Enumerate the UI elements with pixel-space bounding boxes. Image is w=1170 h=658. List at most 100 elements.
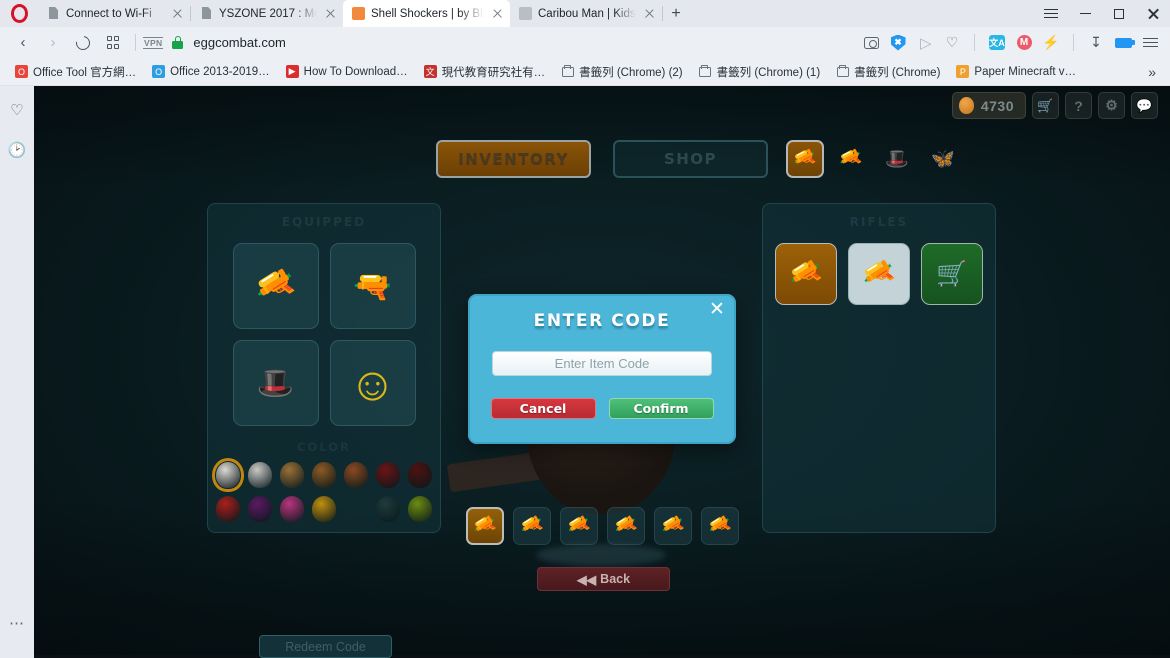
close-icon[interactable] — [323, 7, 337, 21]
bookmark-item[interactable]: P Paper Minecraft v… — [949, 63, 1083, 80]
close-icon[interactable] — [490, 7, 504, 21]
tab-inventory[interactable]: INVENTORY — [436, 140, 591, 178]
weapon-slot-3[interactable]: 🔫 — [559, 507, 598, 545]
messenger-icon: M — [1016, 35, 1032, 50]
chat-button[interactable]: 💬 — [1131, 92, 1158, 119]
bookmark-item[interactable]: 書籤列 (Chrome) — [829, 62, 947, 82]
close-icon[interactable]: ✕ — [707, 299, 727, 319]
bookmark-item[interactable]: O Office Tool 官方網… — [8, 62, 143, 82]
speed-dial-button[interactable] — [98, 30, 128, 56]
messenger-button[interactable]: M — [1012, 31, 1036, 55]
opera-logo-icon[interactable] — [0, 0, 38, 27]
caribou-icon — [519, 7, 532, 20]
back-nav-button[interactable]: ‹ — [8, 30, 38, 56]
rewind-icon: ◀◀ — [576, 572, 597, 587]
color-swatch-4[interactable] — [312, 462, 336, 488]
back-button[interactable]: ◀◀ Back — [537, 567, 670, 591]
bookmark-item[interactable]: ▶ How To Download… — [279, 63, 415, 80]
translate-button[interactable]: 文A — [985, 31, 1009, 55]
sidebar-more-button[interactable]: ⋯ — [0, 614, 34, 632]
weapon-slot-5[interactable]: 🔫 — [653, 507, 692, 545]
maximize-window-button[interactable] — [1102, 0, 1136, 27]
game-canvas[interactable]: 4730 🛒 ? ⚙ 💬 INVENTORY SHOP 🔫 🔫 🎩 🦋 EQUI… — [34, 86, 1170, 658]
redeem-code-button[interactable]: Redeem Code — [259, 635, 392, 658]
ad-block-button[interactable]: ✖ — [886, 31, 910, 55]
game-tabs: INVENTORY SHOP — [34, 140, 1170, 178]
minimize-window-button[interactable] — [1068, 0, 1102, 27]
equipped-slot-hat[interactable]: 🎩 — [232, 340, 319, 426]
browser-tab-3[interactable]: Shell Shockers | by Blue W — [343, 0, 510, 27]
heart-icon: ♡ — [945, 34, 959, 50]
browser-tab-1[interactable]: Connect to Wi-Fi — [38, 0, 190, 27]
rifles-panel-title: RIFLES — [849, 215, 909, 229]
color-swatch-6[interactable] — [376, 462, 400, 488]
equipped-slot-face[interactable]: ☺ — [329, 340, 416, 426]
settings-button[interactable]: ⚙ — [1098, 92, 1125, 119]
bookmark-item[interactable]: O Office 2013-2019… — [145, 63, 277, 80]
snapshot-button[interactable] — [859, 31, 883, 55]
bookmark-item[interactable]: 書籤列 (Chrome) (2) — [554, 62, 690, 82]
category-wings[interactable]: 🦋 — [924, 140, 962, 178]
player-button[interactable] — [913, 31, 937, 55]
equipped-panel: EQUIPPED 🔫 🔫 🎩 ☺ COLOR — [207, 203, 441, 533]
category-pistol[interactable]: 🔫 — [832, 140, 870, 178]
owned-rifle-slot[interactable]: 🔫 — [775, 243, 837, 305]
equipped-slot-pistol[interactable]: 🔫 — [329, 243, 416, 329]
color-swatch-7[interactable] — [408, 462, 432, 488]
rifle-icon: 🔫 — [610, 511, 642, 542]
vpn-badge[interactable]: VPN — [143, 36, 164, 49]
bookmark-item[interactable]: 書籤列 (Chrome) (1) — [692, 62, 828, 82]
new-tab-button[interactable]: + — [663, 0, 689, 27]
category-rifle[interactable]: 🔫 — [786, 140, 824, 178]
translate-icon: 文A — [989, 35, 1005, 50]
rifle-icon: 🔫 — [563, 511, 595, 542]
bookmark-item[interactable]: 文現代教育研究社有… — [417, 62, 553, 82]
rifles-slot-row: 🔫 🔫 🛒 — [763, 243, 995, 305]
currency-value: 4730 — [980, 97, 1014, 114]
color-swatch-3[interactable] — [280, 462, 304, 488]
weapon-slot-1[interactable]: 🔫 — [465, 507, 504, 545]
egg-icon — [352, 7, 365, 20]
battery-saver-button[interactable] — [1111, 31, 1135, 55]
folder-icon — [699, 64, 712, 78]
reload-button[interactable] — [68, 30, 98, 56]
forward-nav-button[interactable]: › — [38, 30, 68, 56]
url-text[interactable]: eggcombat.com — [193, 35, 286, 50]
divider — [1073, 34, 1074, 51]
browser-tab-4[interactable]: Caribou Man | Kids A-Z — [510, 0, 662, 27]
browser-tab-2[interactable]: YSZONE 2017 : McDonal — [191, 0, 343, 27]
favorites-button[interactable]: ♡ — [940, 31, 964, 55]
heart-icon[interactable]: ♡ — [7, 100, 27, 120]
tab-shop[interactable]: SHOP — [613, 140, 768, 178]
weapon-slot-6[interactable]: 🔫 — [700, 507, 739, 545]
enter-code-modal: ✕ ENTER CODE Cancel Confirm — [468, 294, 736, 444]
bookmarks-overflow-button[interactable]: » — [1148, 64, 1162, 80]
hud: 4730 🛒 ? ⚙ 💬 — [951, 92, 1158, 119]
buy-rifle-button[interactable]: 🛒 — [921, 243, 983, 305]
shop-cart-button[interactable]: 🛒 — [1032, 92, 1059, 119]
restore-window-button[interactable] — [1034, 0, 1068, 27]
bookmark-label: 書籤列 (Chrome) (1) — [716, 66, 821, 79]
confirm-button[interactable]: Confirm — [608, 398, 714, 419]
color-swatch-2[interactable] — [248, 462, 272, 488]
color-swatch-5[interactable] — [344, 462, 368, 488]
item-code-input[interactable] — [492, 351, 712, 376]
pistol-icon: 🔫 — [835, 144, 867, 175]
color-swatch-1[interactable] — [212, 458, 244, 492]
currency-badge: 4730 — [951, 92, 1026, 119]
close-icon[interactable] — [642, 7, 656, 21]
preview-rifle-slot[interactable]: 🔫 — [848, 243, 910, 305]
weapon-slot-4[interactable]: 🔫 — [606, 507, 645, 545]
weapon-slot-2[interactable]: 🔫 — [512, 507, 551, 545]
history-icon[interactable]: 🕑 — [7, 140, 27, 160]
downloads-button[interactable]: ↧ — [1084, 31, 1108, 55]
easy-setup-button[interactable] — [1138, 31, 1162, 55]
close-window-button[interactable] — [1136, 0, 1170, 27]
close-icon[interactable] — [170, 7, 184, 21]
help-button[interactable]: ? — [1065, 92, 1092, 119]
category-hat[interactable]: 🎩 — [878, 140, 916, 178]
bookmark-label: Paper Minecraft v… — [974, 65, 1077, 78]
equipped-slot-rifle[interactable]: 🔫 — [232, 243, 319, 329]
flow-button[interactable]: ⚡ — [1039, 31, 1063, 55]
cancel-button[interactable]: Cancel — [490, 398, 596, 419]
